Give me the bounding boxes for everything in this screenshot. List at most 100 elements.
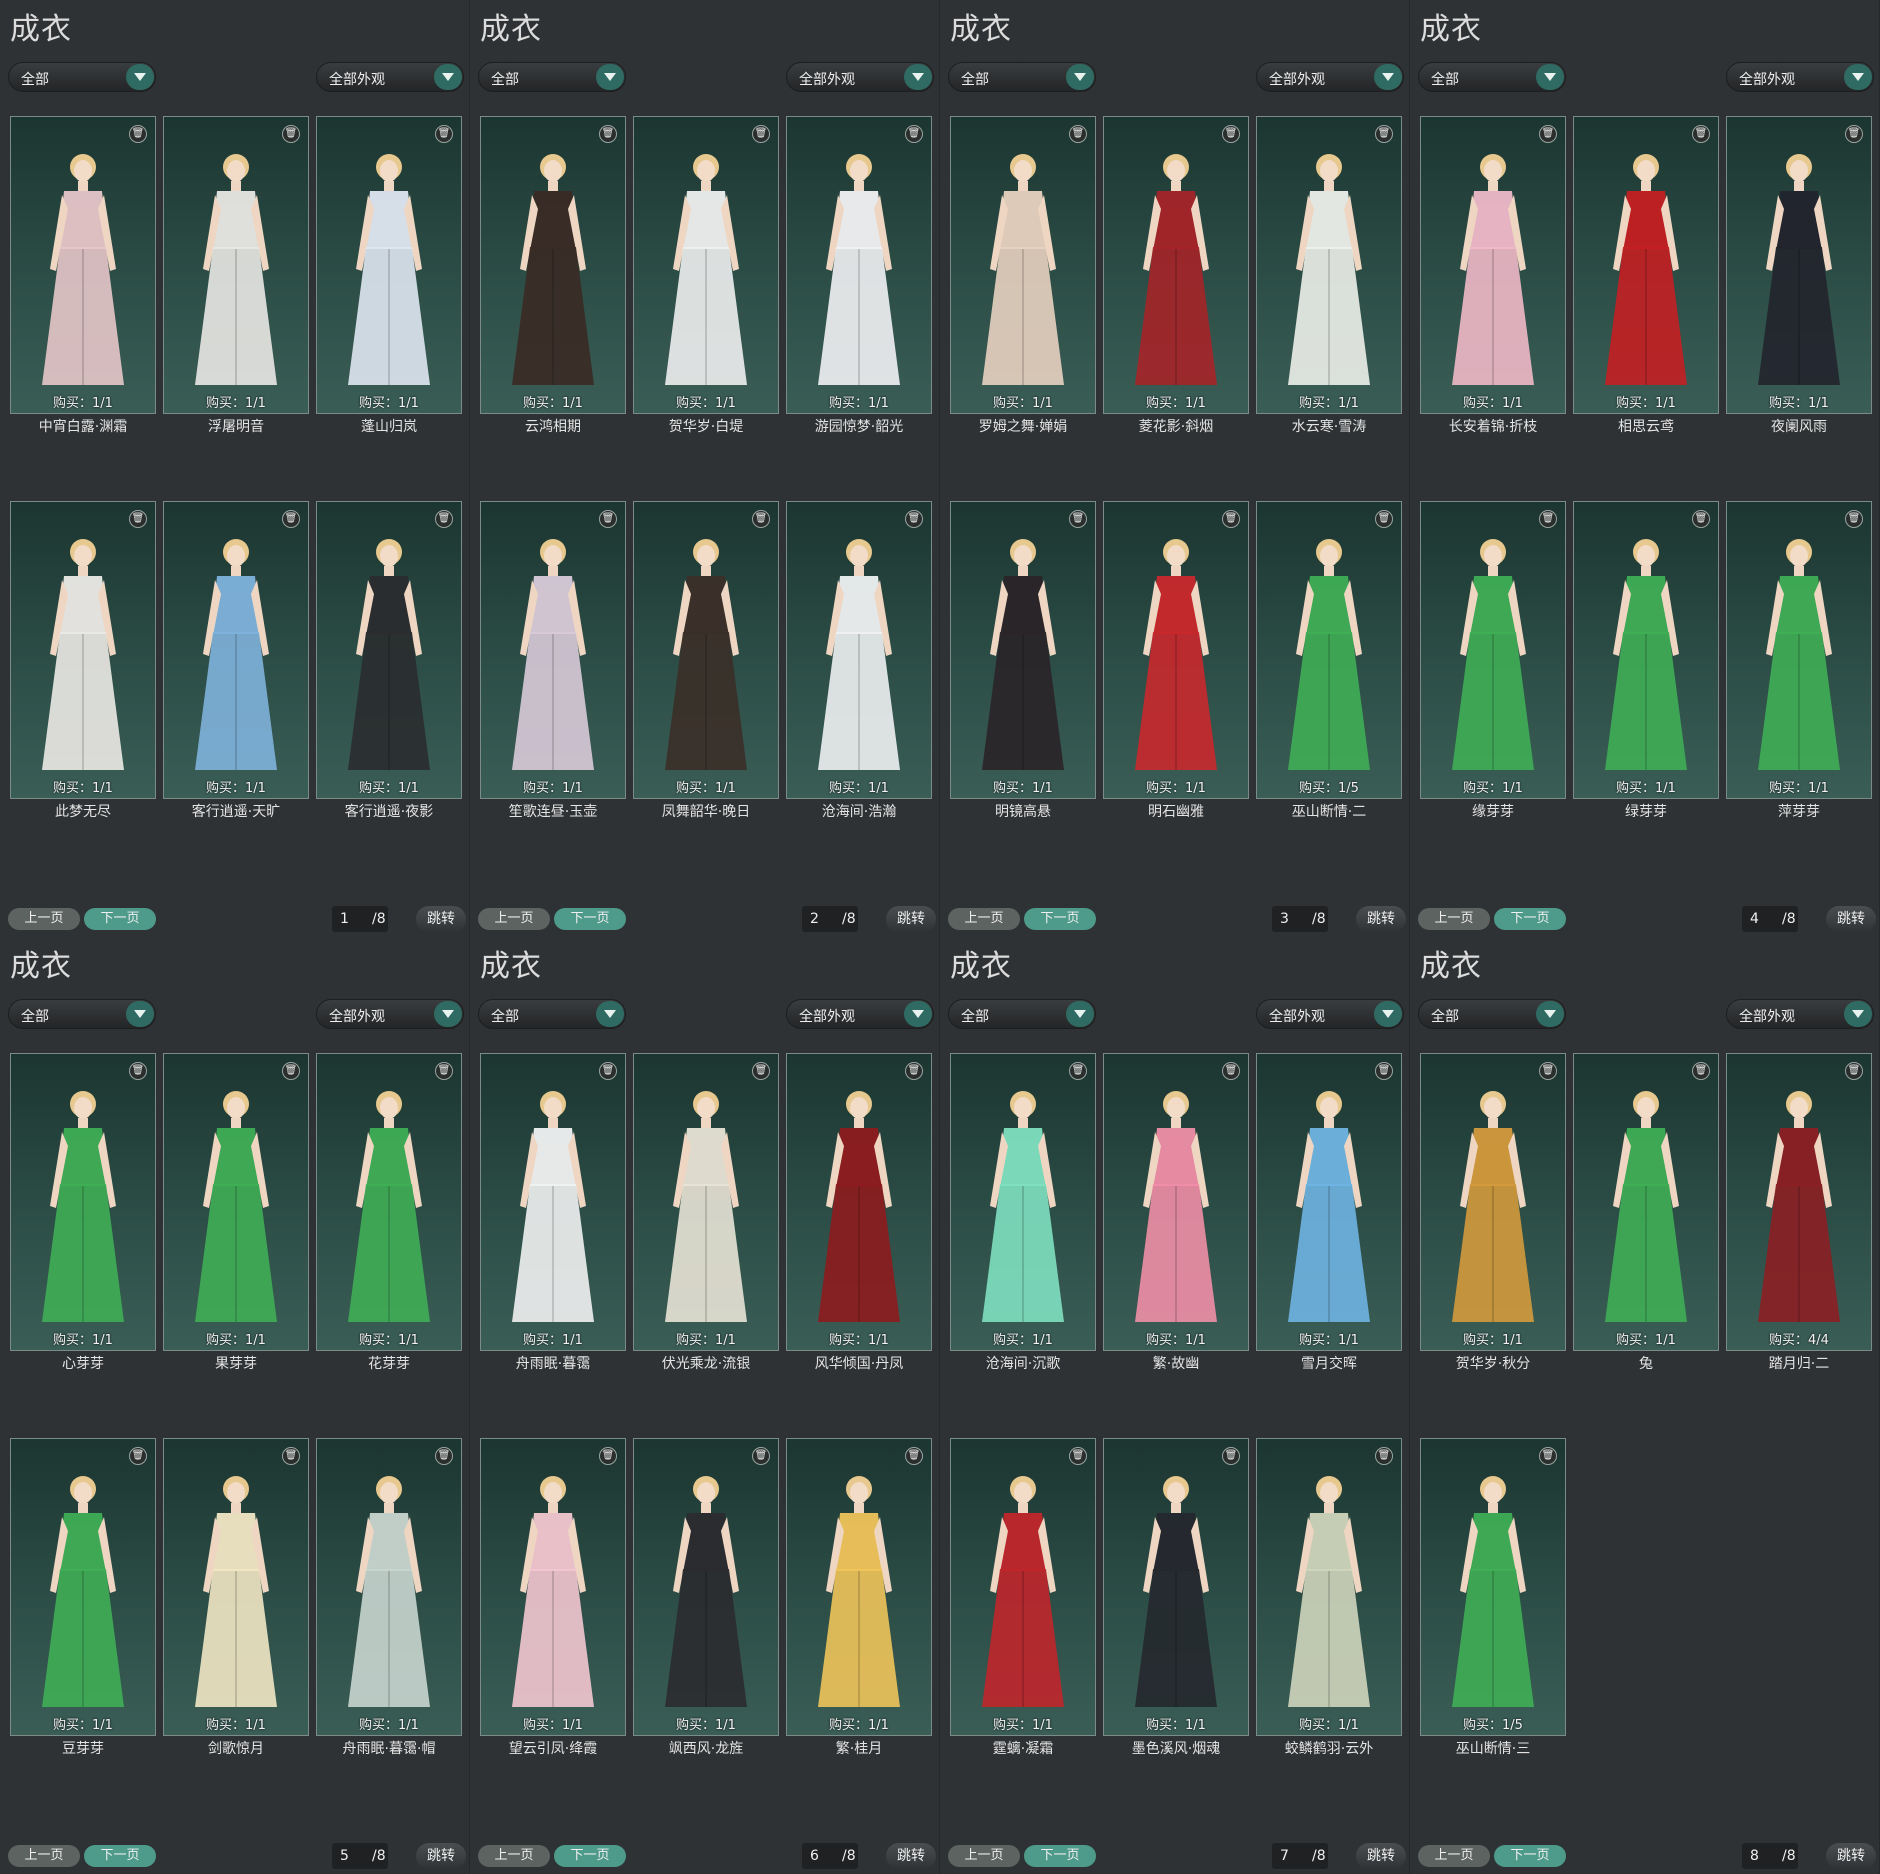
page-number-input[interactable]: 2/8 — [802, 906, 858, 932]
jump-button[interactable]: 跳转 — [416, 906, 466, 932]
jump-button[interactable]: 跳转 — [416, 1843, 466, 1869]
outfit-card[interactable]: 🗑 购买：1/1 — [316, 501, 462, 799]
prev-page-button[interactable]: 上一页 — [1418, 1845, 1490, 1867]
prev-page-button[interactable]: 上一页 — [948, 908, 1020, 930]
outfit-card[interactable]: 🗑 购买：1/1 — [1256, 1053, 1402, 1351]
outfit-card[interactable]: 🗑 购买：1/1 — [10, 116, 156, 414]
outfit-card[interactable]: 🗑 购买：1/1 — [316, 116, 462, 414]
outfit-card[interactable]: 🗑 购买：1/1 — [1256, 116, 1402, 414]
outfit-card[interactable]: 🗑 购买：1/1 — [786, 1053, 932, 1351]
jump-button[interactable]: 跳转 — [1826, 1843, 1876, 1869]
outfit-card[interactable]: 🗑 购买：1/1 — [480, 501, 626, 799]
outfit-card[interactable]: 🗑 购买：1/1 — [950, 1053, 1096, 1351]
outfit-card[interactable]: 🗑 购买：1/1 — [1573, 1053, 1719, 1351]
next-page-button[interactable]: 下一页 — [1024, 1845, 1096, 1867]
outfit-card[interactable]: 🗑 购买：1/1 — [163, 1053, 309, 1351]
outfit-card[interactable]: 🗑 购买：1/1 — [1256, 1438, 1402, 1736]
outfit-card[interactable]: 🗑 购买：1/1 — [786, 116, 932, 414]
outfit-card[interactable]: 🗑 购买：1/1 — [163, 501, 309, 799]
chevron-down-icon[interactable] — [904, 64, 932, 90]
page-number-input[interactable]: 7/8 — [1272, 1843, 1328, 1869]
outfit-card[interactable]: 🗑 购买：1/1 — [10, 1438, 156, 1736]
outfit-card[interactable]: 🗑 购买：1/1 — [1726, 501, 1872, 799]
outfit-card[interactable]: 🗑 购买：1/1 — [1103, 501, 1249, 799]
next-page-button[interactable]: 下一页 — [554, 1845, 626, 1867]
page-number-input[interactable]: 1/8 — [332, 906, 388, 932]
outfit-card[interactable]: 🗑 购买：1/1 — [480, 116, 626, 414]
outfit-card[interactable]: 🗑 购买：1/1 — [1103, 1053, 1249, 1351]
appearance-filter-dropdown[interactable]: 全部外观 — [1256, 999, 1404, 1029]
outfit-card[interactable]: 🗑 购买：1/1 — [786, 1438, 932, 1736]
prev-page-button[interactable]: 上一页 — [8, 908, 80, 930]
next-page-button[interactable]: 下一页 — [84, 908, 156, 930]
chevron-down-icon[interactable] — [1066, 64, 1094, 90]
outfit-card[interactable]: 🗑 购买：4/4 — [1726, 1053, 1872, 1351]
category-filter-dropdown[interactable]: 全部 — [8, 62, 156, 92]
outfit-card[interactable]: 🗑 购买：1/1 — [1726, 116, 1872, 414]
jump-button[interactable]: 跳转 — [1356, 1843, 1406, 1869]
chevron-down-icon[interactable] — [1374, 64, 1402, 90]
outfit-card[interactable]: 🗑 购买：1/1 — [950, 1438, 1096, 1736]
next-page-button[interactable]: 下一页 — [1494, 908, 1566, 930]
outfit-card[interactable]: 🗑 购买：1/1 — [480, 1438, 626, 1736]
category-filter-dropdown[interactable]: 全部 — [1418, 62, 1566, 92]
outfit-card[interactable]: 🗑 购买：1/1 — [316, 1053, 462, 1351]
jump-button[interactable]: 跳转 — [886, 1843, 936, 1869]
appearance-filter-dropdown[interactable]: 全部外观 — [1726, 999, 1874, 1029]
chevron-down-icon[interactable] — [126, 64, 154, 90]
appearance-filter-dropdown[interactable]: 全部外观 — [1726, 62, 1874, 92]
appearance-filter-dropdown[interactable]: 全部外观 — [316, 62, 464, 92]
outfit-card[interactable]: 🗑 购买：1/1 — [1420, 1053, 1566, 1351]
jump-button[interactable]: 跳转 — [1826, 906, 1876, 932]
category-filter-dropdown[interactable]: 全部 — [1418, 999, 1566, 1029]
chevron-down-icon[interactable] — [1844, 1001, 1872, 1027]
page-number-input[interactable]: 4/8 — [1742, 906, 1798, 932]
outfit-card[interactable]: 🗑 购买：1/1 — [1103, 1438, 1249, 1736]
outfit-card[interactable]: 🗑 购买：1/1 — [633, 501, 779, 799]
prev-page-button[interactable]: 上一页 — [1418, 908, 1490, 930]
page-number-input[interactable]: 5/8 — [332, 1843, 388, 1869]
outfit-card[interactable]: 🗑 购买：1/1 — [10, 501, 156, 799]
next-page-button[interactable]: 下一页 — [84, 1845, 156, 1867]
prev-page-button[interactable]: 上一页 — [478, 1845, 550, 1867]
category-filter-dropdown[interactable]: 全部 — [8, 999, 156, 1029]
category-filter-dropdown[interactable]: 全部 — [948, 999, 1096, 1029]
appearance-filter-dropdown[interactable]: 全部外观 — [1256, 62, 1404, 92]
outfit-card[interactable]: 🗑 购买：1/1 — [316, 1438, 462, 1736]
jump-button[interactable]: 跳转 — [1356, 906, 1406, 932]
category-filter-dropdown[interactable]: 全部 — [948, 62, 1096, 92]
category-filter-dropdown[interactable]: 全部 — [478, 62, 626, 92]
outfit-card[interactable]: 🗑 购买：1/1 — [950, 116, 1096, 414]
page-number-input[interactable]: 3/8 — [1272, 906, 1328, 932]
chevron-down-icon[interactable] — [1374, 1001, 1402, 1027]
outfit-card[interactable]: 🗑 购买：1/1 — [10, 1053, 156, 1351]
jump-button[interactable]: 跳转 — [886, 906, 936, 932]
next-page-button[interactable]: 下一页 — [1024, 908, 1096, 930]
outfit-card[interactable]: 🗑 购买：1/1 — [1573, 116, 1719, 414]
next-page-button[interactable]: 下一页 — [1494, 1845, 1566, 1867]
appearance-filter-dropdown[interactable]: 全部外观 — [316, 999, 464, 1029]
outfit-card[interactable]: 🗑 购买：1/1 — [163, 116, 309, 414]
chevron-down-icon[interactable] — [434, 1001, 462, 1027]
outfit-card[interactable]: 🗑 购买：1/1 — [786, 501, 932, 799]
outfit-card[interactable]: 🗑 购买：1/1 — [633, 116, 779, 414]
outfit-card[interactable]: 🗑 购买：1/1 — [1103, 116, 1249, 414]
chevron-down-icon[interactable] — [1536, 1001, 1564, 1027]
page-number-input[interactable]: 6/8 — [802, 1843, 858, 1869]
appearance-filter-dropdown[interactable]: 全部外观 — [786, 999, 934, 1029]
chevron-down-icon[interactable] — [434, 64, 462, 90]
outfit-card[interactable]: 🗑 购买：1/5 — [1256, 501, 1402, 799]
outfit-card[interactable]: 🗑 购买：1/1 — [1573, 501, 1719, 799]
chevron-down-icon[interactable] — [596, 64, 624, 90]
page-number-input[interactable]: 8/8 — [1742, 1843, 1798, 1869]
chevron-down-icon[interactable] — [596, 1001, 624, 1027]
prev-page-button[interactable]: 上一页 — [478, 908, 550, 930]
chevron-down-icon[interactable] — [1066, 1001, 1094, 1027]
outfit-card[interactable]: 🗑 购买：1/1 — [480, 1053, 626, 1351]
chevron-down-icon[interactable] — [1536, 64, 1564, 90]
chevron-down-icon[interactable] — [904, 1001, 932, 1027]
outfit-card[interactable]: 🗑 购买：1/1 — [950, 501, 1096, 799]
chevron-down-icon[interactable] — [1844, 64, 1872, 90]
outfit-card[interactable]: 🗑 购买：1/1 — [633, 1438, 779, 1736]
outfit-card[interactable]: 🗑 购买：1/1 — [1420, 116, 1566, 414]
